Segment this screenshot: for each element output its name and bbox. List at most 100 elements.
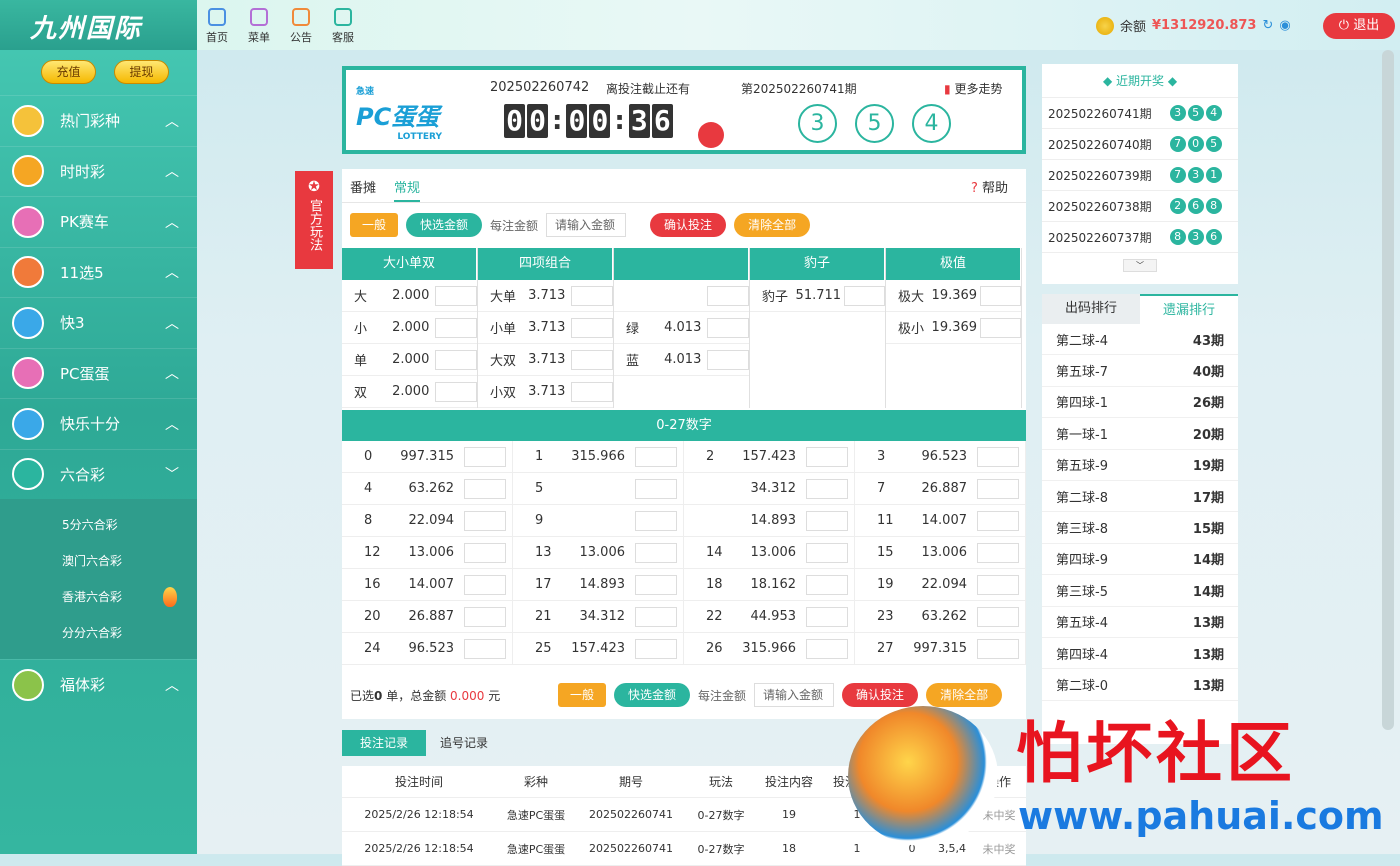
number-cell[interactable]: 34.312 bbox=[684, 473, 855, 505]
bet-option[interactable]: 绿 4.013 bbox=[614, 312, 749, 344]
amount-box[interactable] bbox=[635, 510, 677, 531]
more-trend-link[interactable]: ▮ 更多走势 bbox=[944, 80, 1002, 97]
bet-option[interactable]: 大 2.000 bbox=[342, 280, 477, 312]
rank-tab[interactable]: 出码排行 bbox=[1042, 294, 1140, 324]
refresh-icon[interactable]: ↻ bbox=[1262, 18, 1273, 33]
sidebar-item[interactable]: PK赛车 ︿ bbox=[0, 196, 197, 247]
chevron-down-icon[interactable]: ﹀ bbox=[1123, 259, 1157, 272]
amount-box[interactable] bbox=[464, 606, 506, 627]
sidebar-item[interactable]: 快3 ︿ bbox=[0, 297, 197, 348]
amount-box[interactable] bbox=[571, 349, 613, 370]
recent-item[interactable]: 202502260739期 7 3 1 bbox=[1042, 160, 1238, 191]
bet-option[interactable]: 蓝 4.013 bbox=[614, 344, 749, 376]
bet-option[interactable]: 双 2.000 bbox=[342, 376, 477, 408]
amount-box[interactable] bbox=[635, 638, 677, 659]
amount-box[interactable] bbox=[435, 285, 477, 306]
number-cell[interactable]: 7 26.887 bbox=[855, 473, 1026, 505]
amount-box[interactable] bbox=[635, 478, 677, 499]
amount-box[interactable] bbox=[977, 606, 1019, 627]
amount-box[interactable] bbox=[435, 349, 477, 370]
amount-box[interactable] bbox=[806, 446, 848, 467]
amount-box[interactable] bbox=[977, 446, 1019, 467]
submenu-item[interactable]: 5分六合彩 bbox=[0, 507, 197, 543]
bet-option[interactable]: 极小 19.369 bbox=[886, 312, 1021, 344]
bet-option[interactable]: 小双 3.713 bbox=[478, 376, 613, 408]
amount-box[interactable] bbox=[635, 542, 677, 563]
number-cell[interactable]: 26 315.966 bbox=[684, 633, 855, 665]
rank-tab[interactable]: 遗漏排行 bbox=[1140, 294, 1238, 324]
submenu-item[interactable]: 澳门六合彩 bbox=[0, 543, 197, 579]
bet-option[interactable]: 单 2.000 bbox=[342, 344, 477, 376]
withdraw-button[interactable]: 提现 bbox=[114, 60, 169, 84]
number-cell[interactable]: 13 13.006 bbox=[513, 537, 684, 569]
amount-box[interactable] bbox=[806, 574, 848, 595]
amount-box[interactable] bbox=[843, 285, 885, 306]
amount-input[interactable]: 请输入金额 bbox=[546, 213, 627, 237]
brand-logo[interactable]: 九州国际 bbox=[0, 0, 197, 50]
tab-1[interactable]: 常规 bbox=[394, 177, 421, 202]
topnav-item[interactable]: 首页 bbox=[205, 8, 229, 45]
amount-box[interactable] bbox=[806, 638, 848, 659]
topnav-item[interactable]: 公告 bbox=[289, 8, 313, 45]
sidebar-item[interactable]: 热门彩种 ︿ bbox=[0, 95, 197, 146]
amount-box[interactable] bbox=[464, 478, 506, 499]
number-cell[interactable]: 23 63.262 bbox=[855, 601, 1026, 633]
submenu-item[interactable]: 香港六合彩 bbox=[0, 579, 197, 615]
number-cell[interactable]: 18 18.162 bbox=[684, 569, 855, 601]
bet-option[interactable]: 小单 3.713 bbox=[478, 312, 613, 344]
bet-option[interactable] bbox=[614, 280, 749, 312]
bet-option[interactable]: 极大 19.369 bbox=[886, 280, 1021, 312]
bet-option[interactable]: 豹子 51.711 bbox=[750, 280, 885, 312]
recent-item[interactable]: 202502260738期 2 6 8 bbox=[1042, 191, 1238, 222]
number-cell[interactable]: 5 bbox=[513, 473, 684, 505]
amount-box[interactable] bbox=[977, 574, 1019, 595]
number-cell[interactable]: 22 44.953 bbox=[684, 601, 855, 633]
speaker-icon[interactable] bbox=[698, 122, 724, 148]
amount-box[interactable] bbox=[635, 606, 677, 627]
number-cell[interactable]: 14.893 bbox=[684, 505, 855, 537]
eye-hide-icon[interactable]: ◉ bbox=[1279, 18, 1290, 33]
number-cell[interactable]: 4 63.262 bbox=[342, 473, 513, 505]
amount-box[interactable] bbox=[806, 510, 848, 531]
amount-box[interactable] bbox=[464, 446, 506, 467]
scrollbar[interactable] bbox=[1382, 50, 1394, 730]
amount-box[interactable] bbox=[707, 349, 749, 370]
topnav-item[interactable]: 菜单 bbox=[247, 8, 271, 45]
amount-box[interactable] bbox=[635, 446, 677, 467]
amount-box[interactable] bbox=[571, 317, 613, 338]
submenu-item[interactable]: 分分六合彩 bbox=[0, 615, 197, 651]
sidebar-item[interactable]: 快乐十分 ︿ bbox=[0, 398, 197, 449]
amount-box[interactable] bbox=[464, 638, 506, 659]
amount-box[interactable] bbox=[979, 317, 1021, 338]
amount-input[interactable]: 请输入金额 bbox=[754, 683, 835, 707]
number-cell[interactable]: 21 34.312 bbox=[513, 601, 684, 633]
number-cell[interactable]: 1 315.966 bbox=[513, 441, 684, 473]
amount-box[interactable] bbox=[977, 478, 1019, 499]
amount-box[interactable] bbox=[806, 606, 848, 627]
amount-box[interactable] bbox=[977, 638, 1019, 659]
quick-amount-button[interactable]: 快选金额 bbox=[406, 213, 483, 237]
clear-all-button[interactable]: 清除全部 bbox=[734, 213, 811, 237]
amount-box[interactable] bbox=[464, 574, 506, 595]
sidebar-item[interactable]: 时时彩 ︿ bbox=[0, 145, 197, 197]
logout-button[interactable]: ⏻ 退出 bbox=[1323, 13, 1395, 39]
official-play-tab[interactable]: ✪ 官方玩法 bbox=[295, 171, 333, 269]
amount-box[interactable] bbox=[464, 542, 506, 563]
amount-box[interactable] bbox=[977, 510, 1019, 531]
amount-box[interactable] bbox=[435, 317, 477, 338]
number-cell[interactable]: 2 157.423 bbox=[684, 441, 855, 473]
number-cell[interactable]: 0 997.315 bbox=[342, 441, 513, 473]
number-cell[interactable]: 16 14.007 bbox=[342, 569, 513, 601]
amount-box[interactable] bbox=[806, 542, 848, 563]
confirm-bet-button[interactable]: 确认投注 bbox=[650, 213, 727, 237]
amount-box[interactable] bbox=[806, 478, 848, 499]
number-cell[interactable]: 15 13.006 bbox=[855, 537, 1026, 569]
help-link[interactable]: ? 帮助 bbox=[971, 177, 1008, 196]
quick-amount-button[interactable]: 快选金额 bbox=[614, 683, 691, 707]
amount-box[interactable] bbox=[977, 542, 1019, 563]
sidebar-item[interactable]: PC蛋蛋 ︿ bbox=[0, 347, 197, 399]
amount-box[interactable] bbox=[435, 381, 477, 402]
record-tab[interactable]: 投注记录 bbox=[342, 730, 427, 756]
sidebar-item[interactable]: 六合彩 ﹀ bbox=[0, 448, 197, 500]
recent-item[interactable]: 202502260740期 7 0 5 bbox=[1042, 129, 1238, 160]
